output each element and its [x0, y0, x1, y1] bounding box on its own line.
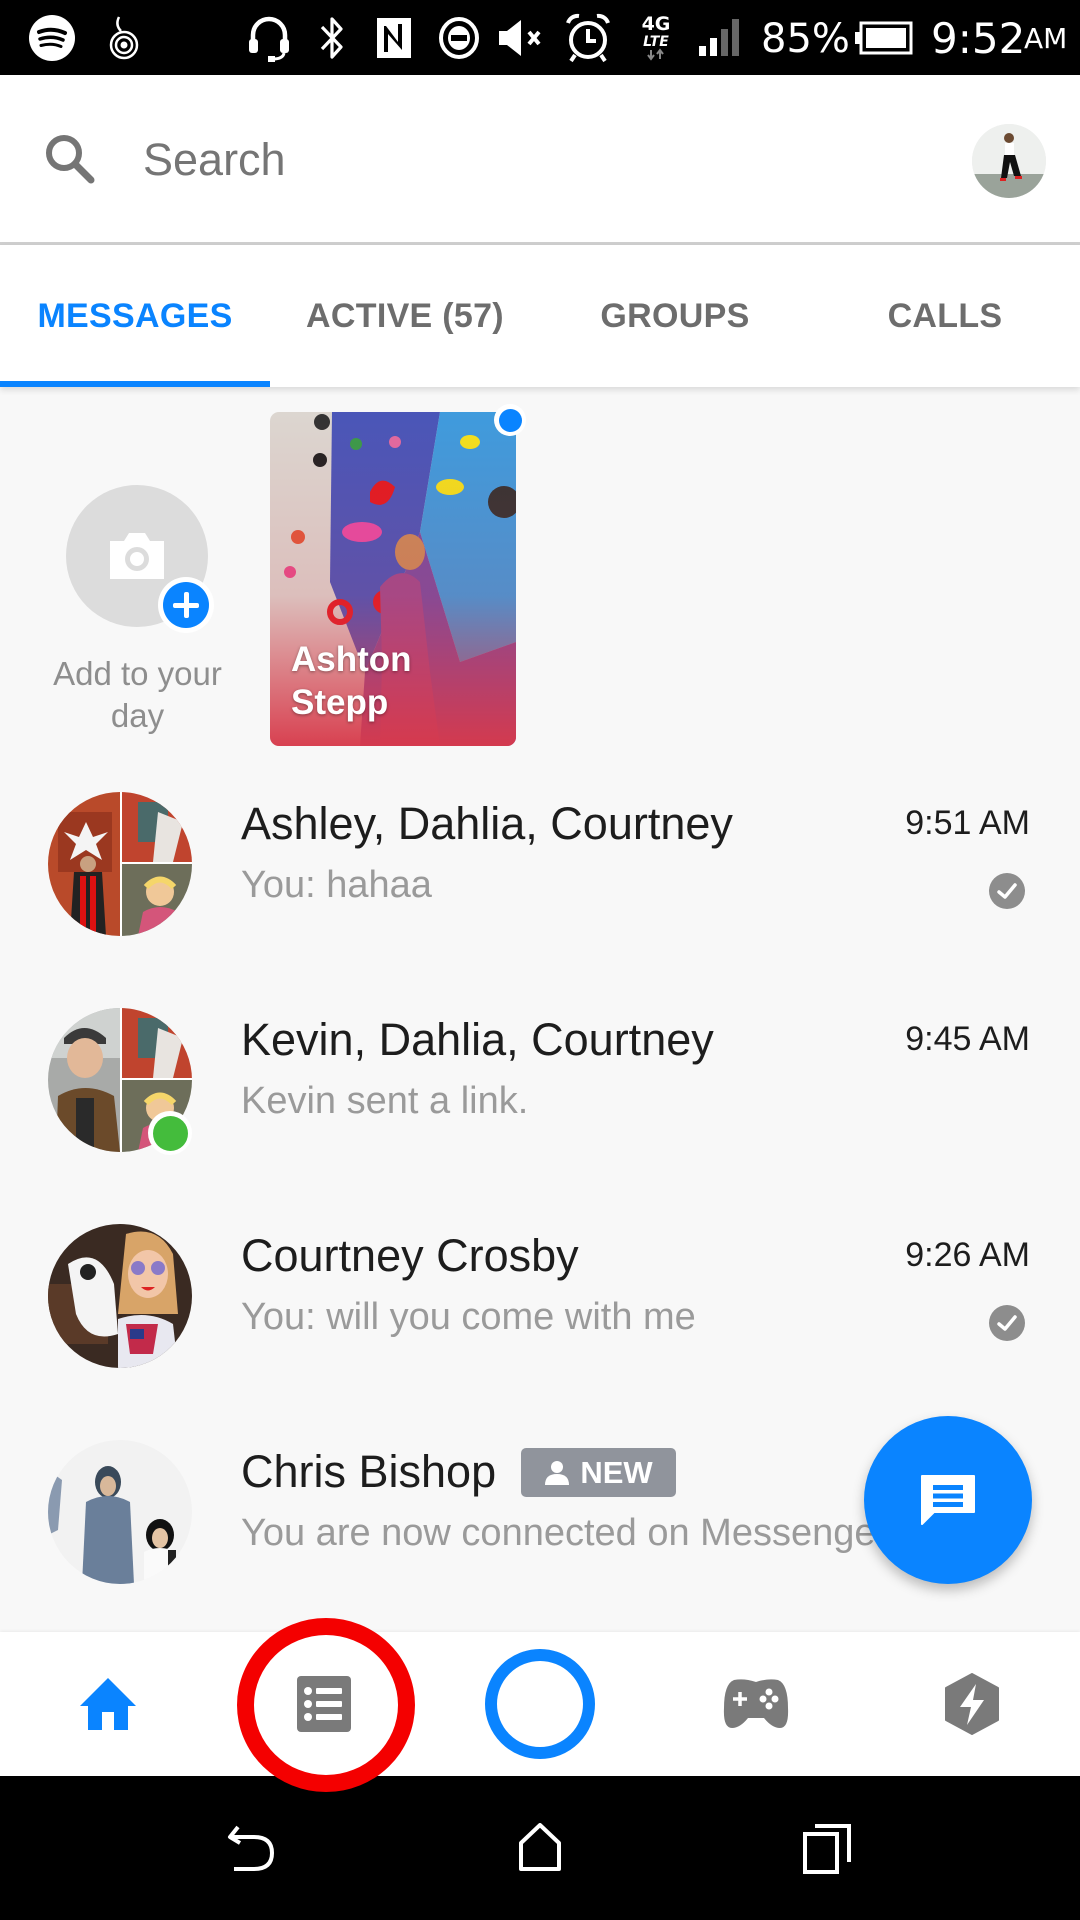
clock-ampm: AM: [1024, 22, 1068, 55]
add-story-circle: [66, 485, 214, 633]
online-indicator: [148, 1111, 192, 1155]
nav-games[interactable]: [648, 1632, 864, 1776]
nav-discover[interactable]: [216, 1632, 432, 1776]
nav-instant[interactable]: [864, 1632, 1080, 1776]
active-tab-indicator: [0, 381, 270, 387]
signal-icon: [696, 0, 746, 75]
camera-capture-icon: [485, 1649, 595, 1759]
stories-row: Add to your day Ashton Stepp: [0, 387, 1080, 767]
conversation-snippet: You are now connected on Messenger: [241, 1512, 889, 1554]
home-icon: [80, 1678, 136, 1730]
conversation-row[interactable]: Courtney Crosby You: will you come with …: [0, 1188, 1080, 1404]
new-contact-badge: NEW: [521, 1448, 676, 1497]
conversation-time: 9:26 AM: [905, 1236, 1030, 1274]
conversation-snippet: You: hahaa: [241, 864, 432, 906]
person-icon: [545, 1460, 570, 1485]
home-icon: [519, 1823, 561, 1871]
nfc-icon: [374, 0, 414, 75]
conversation-time: 9:45 AM: [905, 1020, 1030, 1058]
search-header: [0, 75, 1080, 243]
4g-lte-icon: 4G LTE: [636, 0, 676, 75]
contact-avatar: [48, 1224, 192, 1368]
story-author-name: Ashton Stepp: [291, 640, 412, 722]
new-message-button[interactable]: [864, 1416, 1032, 1584]
conversation-snippet: You: will you come with me: [241, 1296, 696, 1338]
search-input[interactable]: [143, 125, 923, 195]
tab-messages[interactable]: MESSAGES: [0, 245, 270, 387]
back-icon: [228, 1825, 275, 1871]
status-bar: 4G LTE 85% 9:52 AM: [0, 0, 1080, 75]
bottom-navigation: [0, 1632, 1080, 1776]
nav-home[interactable]: [0, 1632, 216, 1776]
conversation-name: Kevin, Dahlia, Courtney: [241, 1014, 714, 1065]
do-not-disturb-icon: [436, 0, 482, 75]
new-badge-label: NEW: [580, 1454, 653, 1490]
system-home-button[interactable]: [440, 1776, 640, 1920]
seen-check-icon: [989, 873, 1025, 909]
search-icon[interactable]: [42, 131, 98, 187]
tab-groups[interactable]: GROUPS: [540, 245, 810, 387]
recents-icon: [803, 1824, 851, 1874]
back-button[interactable]: [152, 1776, 352, 1920]
alarm-icon: [564, 0, 612, 75]
spotify-icon: [26, 0, 78, 75]
contact-avatar: [48, 1440, 192, 1584]
bluetooth-icon: [316, 0, 348, 75]
tab-active[interactable]: ACTIVE (57): [270, 245, 540, 387]
battery-percent: 85%: [761, 16, 850, 62]
conversation-time: 9:51 AM: [905, 804, 1030, 842]
add-to-day-button[interactable]: Add to your day: [40, 435, 235, 734]
group-avatar: [48, 792, 192, 936]
tab-calls[interactable]: CALLS: [810, 245, 1080, 387]
seen-check-icon: [989, 1305, 1025, 1341]
instant-lightning-icon: [945, 1673, 999, 1735]
headset-icon: [245, 0, 293, 75]
camera-icon: [106, 527, 168, 583]
mute-icon: [496, 0, 550, 75]
new-message-icon: [921, 1475, 975, 1525]
tab-bar: MESSAGES ACTIVE (57) GROUPS CALLS: [0, 245, 1080, 387]
games-controller-icon: [723, 1679, 789, 1728]
conversation-snippet: Kevin sent a link.: [241, 1080, 529, 1122]
battery-icon: [853, 0, 913, 75]
add-to-day-label: Add to your day: [53, 655, 222, 734]
svg-text:4G: 4G: [642, 13, 671, 35]
conversation-name: Ashley, Dahlia, Courtney: [241, 798, 733, 849]
nav-camera[interactable]: [432, 1632, 648, 1776]
conversation-row[interactable]: Kevin, Dahlia, Courtney Kevin sent a lin…: [0, 972, 1080, 1188]
app-notification-icon: [104, 0, 144, 75]
clock-time: 9:52: [931, 14, 1026, 63]
plus-icon: [158, 577, 214, 633]
profile-avatar[interactable]: [972, 124, 1046, 198]
conversation-name: Chris Bishop: [241, 1446, 497, 1497]
conversation-name: Courtney Crosby: [241, 1230, 579, 1281]
conversation-row[interactable]: Ashley, Dahlia, Courtney You: hahaa 9:51…: [0, 756, 1080, 972]
unseen-story-indicator: [494, 404, 526, 436]
recents-button[interactable]: [728, 1776, 928, 1920]
discover-list-icon: [297, 1676, 351, 1732]
system-navigation-bar: [0, 1776, 1080, 1920]
story-card[interactable]: Ashton Stepp: [270, 412, 516, 746]
svg-text:LTE: LTE: [643, 34, 669, 50]
